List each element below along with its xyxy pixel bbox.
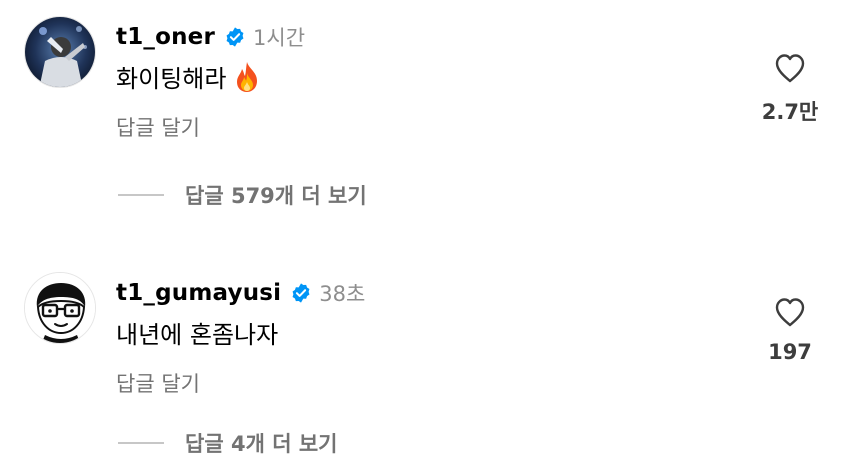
comment-text: 화이팅해라 — [116, 59, 262, 94]
avatar-t1-gumayusi[interactable] — [24, 272, 96, 344]
avatar-image — [25, 17, 95, 87]
view-replies-button[interactable]: 답글 579개 더 보기 — [118, 180, 367, 210]
divider-line — [118, 194, 164, 196]
comment-text: 내년에 혼좀나자 — [116, 315, 278, 350]
verified-badge-icon — [226, 27, 244, 47]
comment-header: t1_gumayusi 38초 — [116, 276, 365, 310]
username[interactable]: t1_oner — [116, 24, 215, 50]
comment-time: 38초 — [319, 282, 366, 306]
comment-text-content: 화이팅해라 — [116, 65, 227, 93]
avatar-image — [25, 273, 95, 343]
reply-button[interactable]: 답글 달기 — [116, 112, 200, 142]
like-count: 2.7만 — [761, 100, 819, 124]
verified-badge-icon — [292, 283, 310, 303]
reply-button[interactable]: 답글 달기 — [116, 368, 200, 398]
view-replies-label: 답글 579개 더 보기 — [185, 184, 367, 208]
heart-icon[interactable] — [773, 296, 807, 328]
like-group: 197 — [760, 296, 820, 364]
username[interactable]: t1_gumayusi — [116, 280, 281, 306]
like-group: 2.7만 — [760, 52, 820, 126]
fire-emoji-icon — [237, 61, 258, 92]
heart-icon[interactable] — [773, 52, 807, 84]
comment-text-content: 내년에 혼좀나자 — [116, 321, 279, 349]
avatar-t1-oner[interactable] — [24, 16, 96, 88]
comment-header: t1_oner 1시간 — [116, 20, 305, 54]
comment-time: 1시간 — [253, 26, 306, 50]
divider-line — [118, 442, 164, 444]
view-replies-label: 답글 4개 더 보기 — [185, 432, 338, 456]
view-replies-button[interactable]: 답글 4개 더 보기 — [118, 428, 337, 458]
like-count: 197 — [768, 340, 812, 364]
